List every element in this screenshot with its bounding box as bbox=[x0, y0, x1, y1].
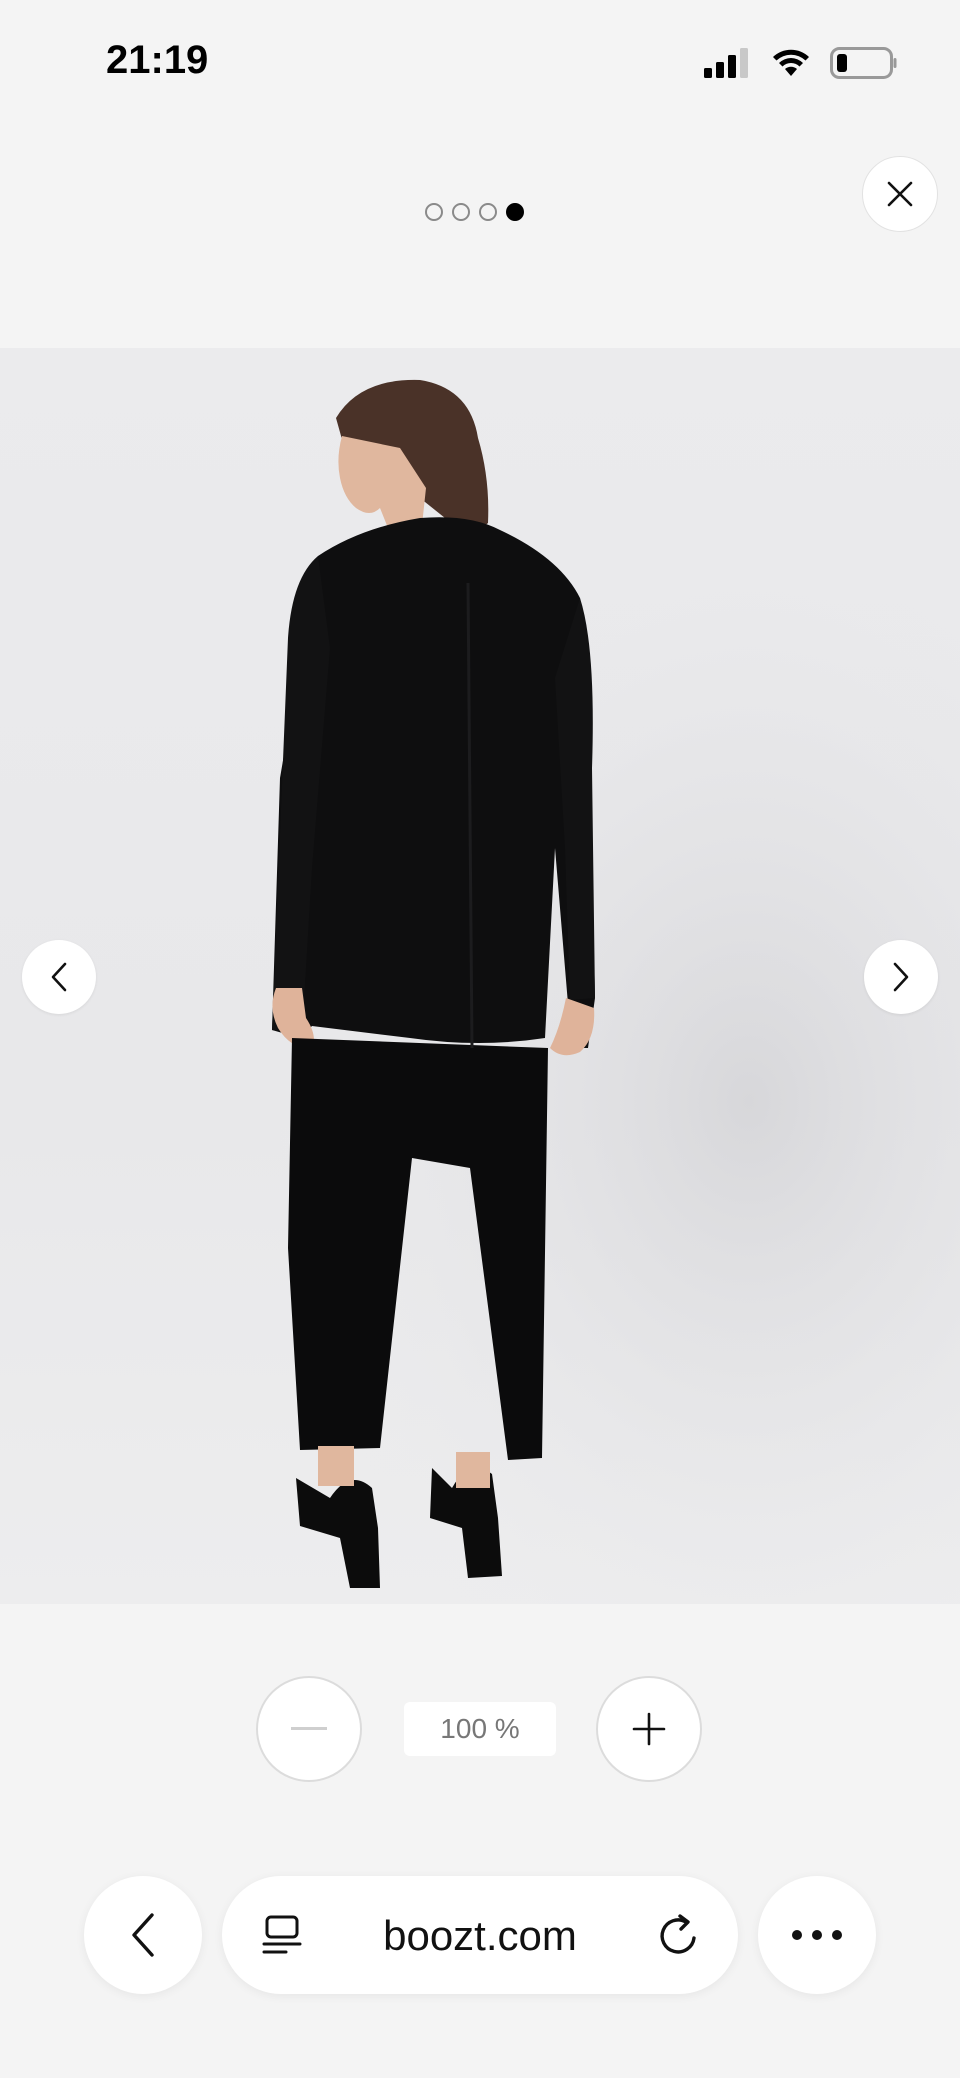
zoom-level: 100 % bbox=[404, 1702, 556, 1756]
pagination-dot-3[interactable] bbox=[479, 203, 497, 221]
product-image[interactable] bbox=[0, 348, 960, 1604]
browser-back-button[interactable] bbox=[84, 1876, 202, 1994]
status-bar: 21:19 bbox=[0, 0, 960, 120]
status-time: 21:19 bbox=[106, 38, 209, 82]
chevron-left-icon bbox=[51, 962, 67, 992]
browser-toolbar: boozt.com bbox=[0, 1876, 960, 1996]
minus-icon bbox=[291, 1727, 327, 1730]
product-photo bbox=[0, 348, 960, 1604]
reload-icon[interactable] bbox=[656, 1912, 700, 1958]
next-image-button[interactable] bbox=[864, 940, 938, 1014]
pagination-dot-1[interactable] bbox=[425, 203, 443, 221]
zoom-controls: 100 % bbox=[0, 1676, 960, 1782]
chevron-right-icon bbox=[893, 962, 909, 992]
close-button[interactable] bbox=[862, 156, 938, 232]
plus-icon bbox=[632, 1712, 666, 1746]
more-options-button[interactable] bbox=[758, 1876, 876, 1994]
more-icon bbox=[792, 1930, 842, 1940]
close-icon bbox=[887, 181, 913, 207]
status-icons bbox=[704, 46, 898, 80]
pagination-dot-4[interactable] bbox=[506, 203, 524, 221]
battery-icon bbox=[830, 47, 897, 79]
address-bar[interactable]: boozt.com bbox=[222, 1876, 738, 1994]
chevron-left-icon bbox=[132, 1913, 154, 1957]
gallery-pagination bbox=[425, 203, 524, 221]
wifi-icon bbox=[773, 49, 809, 76]
zoom-in-button[interactable] bbox=[596, 1676, 702, 1782]
cellular-signal-icon bbox=[704, 48, 748, 78]
zoom-out-button[interactable] bbox=[256, 1676, 362, 1782]
previous-image-button[interactable] bbox=[22, 940, 96, 1014]
pagination-dot-2[interactable] bbox=[452, 203, 470, 221]
